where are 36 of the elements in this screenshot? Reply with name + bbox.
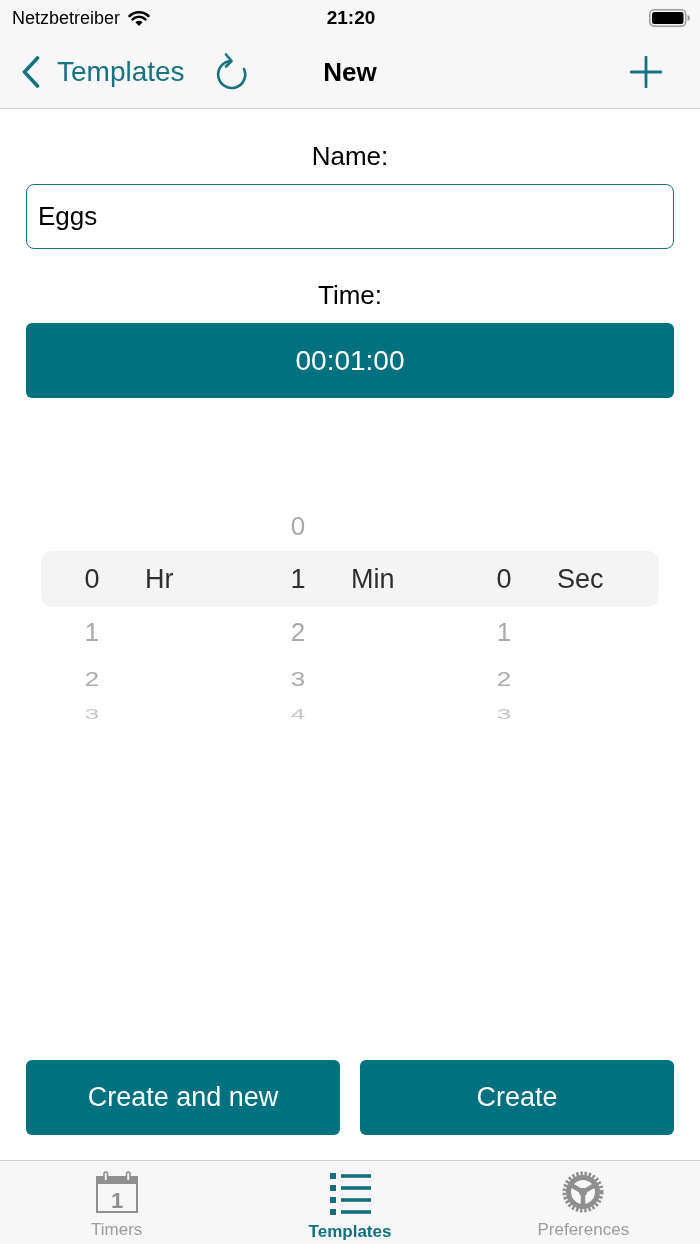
picker-option[interactable]: 2 (247, 607, 349, 657)
back-button[interactable]: Templates (22, 55, 185, 89)
unit-label: Hr (145, 563, 174, 595)
picker-option[interactable]: 4 (247, 701, 349, 727)
wifi-icon (128, 10, 151, 26)
time-label: Time: (316, 280, 383, 310)
refresh-icon[interactable] (214, 53, 249, 91)
tab-item[interactable]: 1 Timers (0, 1161, 234, 1244)
chevron-left-icon (22, 56, 40, 88)
picker-selected-value[interactable]: 0 (41, 563, 143, 595)
name-label: Name: (310, 141, 390, 171)
create-button[interactable]: Create (360, 1060, 674, 1135)
create-and-new-button[interactable]: Create and new (26, 1060, 340, 1135)
clock-time: 21:20 (326, 7, 376, 29)
time-value-button[interactable]: 00:01:00 (26, 323, 674, 398)
picker-option[interactable]: 2 (453, 657, 555, 701)
carrier-name: Netzbetreiber (12, 7, 121, 29)
plus-icon[interactable] (630, 56, 662, 88)
picker-option[interactable]: 3 (247, 657, 349, 701)
screen-title: New (323, 56, 377, 88)
picker-option[interactable]: 3 (41, 701, 143, 727)
picker-option[interactable]: 2 (41, 657, 143, 701)
battery-icon (649, 9, 690, 27)
unit-label: Min (351, 563, 395, 595)
list-icon (329, 1171, 371, 1215)
name-input-field[interactable]: Eggs (26, 184, 674, 249)
picker-selected-value[interactable]: 0 (453, 563, 555, 595)
picker-option[interactable]: 1 (41, 607, 143, 657)
picker-option[interactable]: 0 (247, 501, 349, 551)
unit-label: Sec (557, 563, 604, 595)
picker-option[interactable]: 3 (453, 701, 555, 727)
tab-item[interactable]: Preferences (466, 1161, 700, 1244)
picker-option[interactable]: 1 (453, 607, 555, 657)
picker-selected-value[interactable]: 1 (247, 563, 349, 595)
tab-item[interactable]: Templates (233, 1161, 467, 1244)
gear-icon (562, 1171, 605, 1213)
